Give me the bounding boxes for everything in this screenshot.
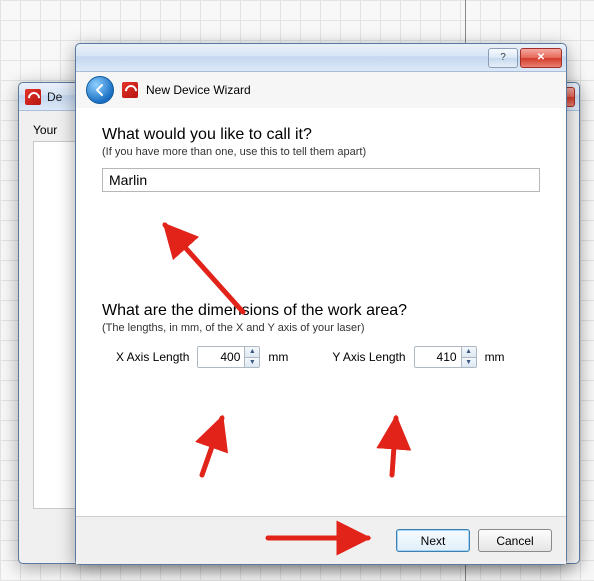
- name-question-heading: What would you like to call it?: [102, 126, 540, 144]
- y-axis-spinner[interactable]: ▲ ▼: [414, 346, 477, 368]
- x-axis-spinner[interactable]: ▲ ▼: [197, 346, 260, 368]
- name-question-sub: (If you have more than one, use this to …: [102, 146, 540, 158]
- x-axis-label: X Axis Length: [116, 350, 189, 364]
- wizard-header: New Device Wizard: [76, 72, 566, 109]
- y-unit-label: mm: [485, 350, 505, 364]
- x-axis-input[interactable]: [198, 347, 244, 367]
- y-spinner-arrows[interactable]: ▲ ▼: [461, 347, 476, 367]
- x-spinner-arrows[interactable]: ▲ ▼: [244, 347, 259, 367]
- y-axis-label: Y Axis Length: [332, 350, 405, 364]
- wizard-footer: Next Cancel: [76, 516, 566, 564]
- next-button[interactable]: Next: [396, 529, 470, 552]
- app-icon: [25, 89, 41, 105]
- dimensions-row: X Axis Length ▲ ▼ mm Y Axis Length ▲ ▼ m…: [102, 346, 540, 368]
- help-icon[interactable]: ?: [488, 48, 518, 68]
- new-device-wizard-dialog: ? ✕ New Device Wizard What would you lik…: [75, 43, 567, 565]
- y-axis-input[interactable]: [415, 347, 461, 367]
- x-unit-label: mm: [268, 350, 288, 364]
- app-icon: [122, 82, 138, 98]
- wizard-body: What would you like to call it? (If you …: [76, 108, 566, 516]
- chevron-down-icon[interactable]: ▼: [462, 358, 476, 368]
- back-icon[interactable]: [86, 76, 114, 104]
- close-glyph: ✕: [537, 53, 545, 63]
- dimensions-question-sub: (The lengths, in mm, of the X and Y axis…: [102, 322, 540, 334]
- chevron-down-icon[interactable]: ▼: [245, 358, 259, 368]
- body-fragment-text: Your: [33, 123, 57, 137]
- cancel-button[interactable]: Cancel: [478, 529, 552, 552]
- dimensions-question-heading: What are the dimensions of the work area…: [102, 302, 540, 320]
- close-icon[interactable]: ✕: [520, 48, 562, 68]
- chevron-up-icon[interactable]: ▲: [462, 347, 476, 358]
- wizard-title: New Device Wizard: [146, 83, 251, 97]
- chevron-up-icon[interactable]: ▲: [245, 347, 259, 358]
- title-bar[interactable]: ? ✕: [76, 44, 566, 72]
- device-name-input[interactable]: [102, 168, 540, 192]
- help-glyph: ?: [500, 53, 506, 63]
